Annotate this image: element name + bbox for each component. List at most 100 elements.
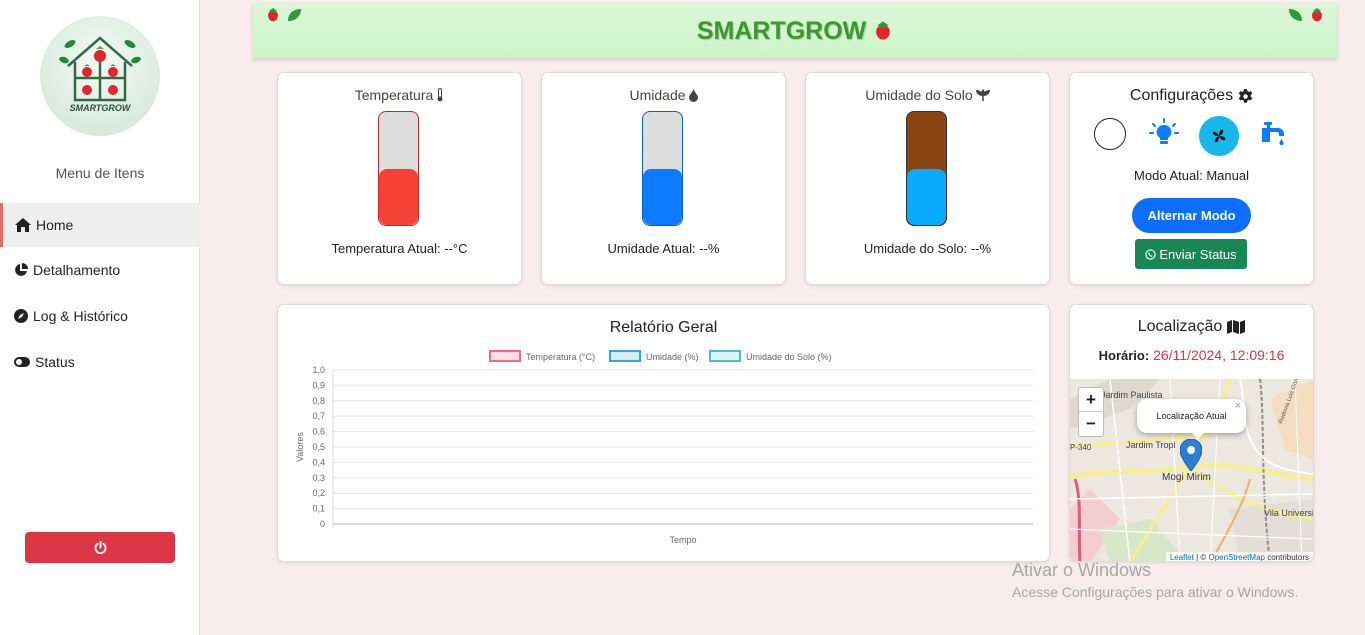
sensor-title-text: Umidade do Solo [865, 87, 973, 103]
humidity-gauge [642, 111, 683, 226]
map-label-road-p340: P-340 [1070, 443, 1092, 452]
sensor-title: Umidade do Solo [806, 87, 1049, 103]
whatsapp-icon [1145, 248, 1157, 260]
nav-item-home[interactable]: Home [0, 203, 200, 247]
y-tick-label: 0,9 [312, 380, 325, 390]
thermometer-icon [437, 88, 443, 102]
y-axis-label: Valores [295, 432, 305, 462]
card-temperatura: Temperatura Temperatura Atual: --°C [277, 72, 522, 285]
compass-icon [14, 309, 28, 323]
location-map[interactable]: Jardim Paulista Jardim Tropi Mogi Mirim … [1070, 379, 1313, 561]
nav-item-detalhamento[interactable]: Detalhamento [0, 248, 200, 292]
map-icon [1227, 320, 1246, 334]
time-value: 26/11/2024, 12:09:16 [1153, 347, 1285, 363]
fan-icon [1212, 129, 1226, 143]
sensor-title-text: Umidade [629, 87, 686, 103]
card-configuracoes: Configurações Modo Atual: Manual Alterna… [1069, 72, 1314, 285]
leaf-icon [1289, 9, 1302, 21]
legend-swatch [489, 350, 521, 362]
legend-swatch [709, 350, 741, 362]
strawberry-icon [1312, 8, 1322, 22]
fan-button[interactable] [1199, 116, 1239, 156]
y-tick-label: 0,8 [312, 396, 325, 406]
zoom-in-button[interactable]: + [1079, 388, 1103, 412]
light-button[interactable] [1147, 116, 1181, 150]
zoom-out-button[interactable]: − [1079, 412, 1103, 436]
map-popup-text: Localização Atual [1156, 411, 1227, 421]
temperature-gauge [378, 111, 419, 226]
y-tick-label: 0,3 [312, 473, 325, 483]
card-localizacao: Localização Horário: 26/11/2024, 12:09:1… [1069, 304, 1314, 562]
watermark-line-2: Acesse Configurações para ativar o Windo… [1012, 584, 1299, 600]
nav-item-log[interactable]: Log & Histórico [0, 294, 200, 338]
y-tick-label: 0 [320, 519, 325, 529]
location-title-text: Localização [1137, 318, 1223, 335]
humidity-value: Umidade Atual: --% [607, 241, 720, 256]
page-title-text: SMARTGROW [696, 17, 867, 45]
map-marker-icon[interactable] [1180, 439, 1202, 471]
smartgrow-logo: SMARTGROW [40, 16, 160, 136]
time-row: Horário: 26/11/2024, 12:09:16 [1070, 347, 1313, 363]
sensor-title-text: Temperatura [354, 87, 434, 103]
y-tick-label: 0,6 [312, 427, 325, 437]
nav-item-status[interactable]: Status [0, 340, 200, 384]
logo-text: SMARTGROW [69, 103, 131, 113]
irrigation-button[interactable] [1256, 116, 1290, 150]
y-tick-label: 0,5 [312, 442, 325, 452]
time-label: Horário: [1098, 348, 1150, 363]
lightbulb-icon [1149, 118, 1179, 144]
config-title-text: Configurações [1129, 87, 1234, 104]
legend-label: Temperatura (°C) [526, 352, 595, 362]
popup-close-icon[interactable]: × [1235, 400, 1241, 412]
map-label-vila-universitaria: Vila Universitá [1264, 508, 1313, 518]
card-umidade: Umidade Umidade Atual: --% [541, 72, 786, 285]
mode-toggle-circle-button[interactable] [1094, 118, 1126, 150]
config-title: Configurações [1070, 87, 1313, 105]
map-label-mogi-mirim: Mogi Mirim [1162, 472, 1211, 483]
legend-label: Umidade do Solo (%) [746, 352, 832, 362]
watermark-line-1: Ativar o Windows [1012, 560, 1152, 580]
droplet-icon [688, 88, 698, 102]
map-popup: Localização Atual × [1137, 399, 1246, 433]
windows-activation-watermark: Ativar o Windows Acesse Configurações pa… [1012, 560, 1298, 600]
toggle-icon [14, 357, 30, 367]
send-status-button[interactable]: Enviar Status [1135, 239, 1247, 269]
faucet-icon [1262, 122, 1284, 145]
nav-label-home: Home [36, 217, 74, 233]
report-chart: Temperatura (°C) Umidade (%) Umidade do So… [295, 350, 1033, 545]
sensor-title: Umidade [542, 87, 785, 103]
map-label-jardim-tropi: Jardim Tropi [1126, 440, 1176, 450]
nav-label-detalhamento: Detalhamento [33, 262, 121, 278]
y-tick-label: 0,1 [312, 504, 325, 514]
card-relatorio: Relatório Geral Temperatura (°C) Umidade … [277, 304, 1050, 562]
sidebar: SMARTGROW Menu de Itens Home Detalhament… [0, 0, 200, 635]
temperature-gauge-fill [379, 168, 418, 225]
home-icon [15, 218, 31, 232]
toggle-mode-button[interactable]: Alternar Modo [1132, 198, 1251, 233]
x-axis-label: Tempo [669, 535, 696, 545]
card-umidade-solo: Umidade do Solo Umidade do Solo: --% [805, 72, 1050, 285]
header-decoration-right [1288, 7, 1324, 23]
legend-swatch [609, 350, 641, 362]
logout-button[interactable] [25, 532, 175, 563]
location-title: Localização [1070, 318, 1313, 336]
pie-chart-icon [15, 263, 28, 276]
popup-tip [1191, 432, 1205, 439]
nav-label-log: Log & Histórico [33, 308, 128, 324]
nav-label-status: Status [35, 354, 75, 370]
sensor-title: Temperatura [278, 87, 521, 103]
soil-moisture-gauge [906, 111, 947, 226]
current-mode: Modo Atual: Manual [1134, 168, 1249, 183]
y-tick-label: 0,4 [312, 457, 325, 467]
map-zoom-control: + − [1078, 387, 1104, 437]
gear-icon [1238, 88, 1253, 103]
menu-title: Menu de Itens [55, 165, 145, 181]
header-banner: SMARTGROW [253, 3, 1337, 58]
strawberry-icon [876, 21, 891, 40]
soil-moisture-gauge-fill [907, 168, 946, 225]
y-tick-label: 1,0 [312, 365, 325, 375]
soil-moisture-value: Umidade do Solo: --% [863, 241, 992, 256]
y-tick-label: 0,7 [312, 411, 325, 421]
seedling-icon [975, 89, 990, 101]
y-tick-label: 0,2 [312, 488, 325, 498]
